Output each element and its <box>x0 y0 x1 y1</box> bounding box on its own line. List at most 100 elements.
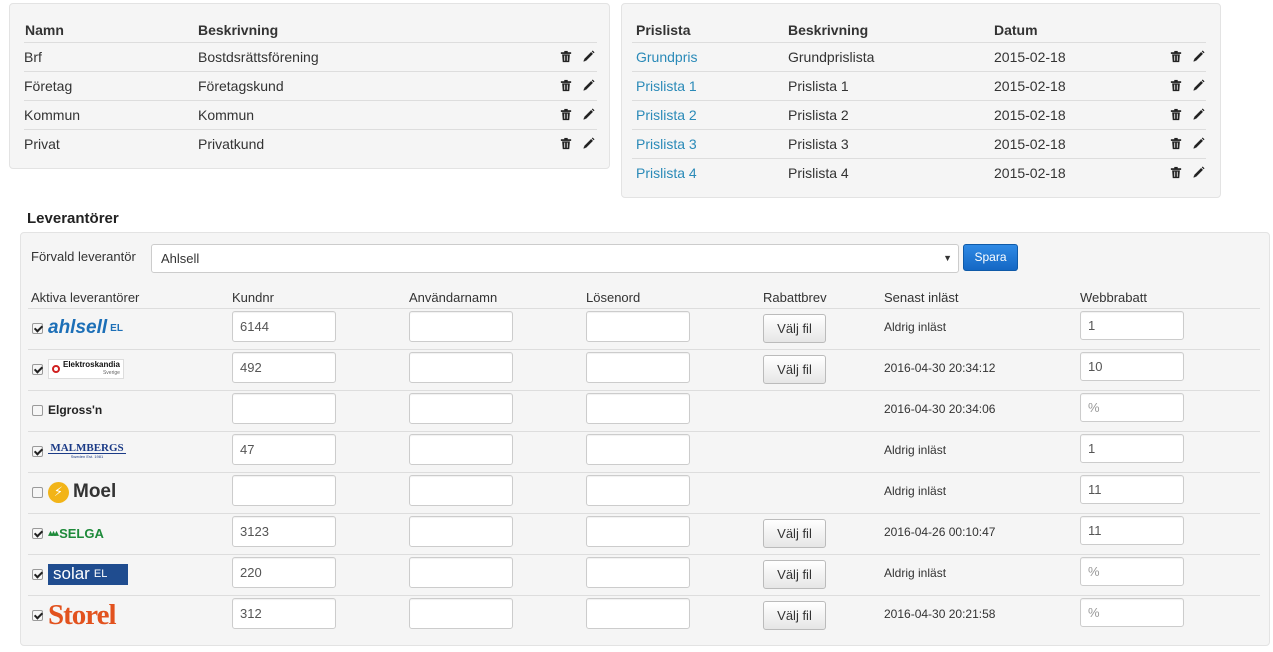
table-row: Företag Företagskund <box>24 71 597 100</box>
trash-icon[interactable] <box>1170 108 1184 122</box>
cell-beskrivning: Prislista 2 <box>788 107 849 123</box>
web-discount-input[interactable]: 10 <box>1080 352 1184 381</box>
table-row: Prislista 2 Prislista 2 2015-02-18 <box>632 100 1206 129</box>
cell-datum: 2015-02-18 <box>994 136 1066 152</box>
row-divider <box>28 349 1260 350</box>
header-beskrivning: Beskrivning <box>198 22 279 38</box>
password-input[interactable] <box>586 434 690 465</box>
web-discount-input[interactable]: % <box>1080 557 1184 586</box>
customer-number-input[interactable]: 6144 <box>232 311 336 342</box>
supplier-active-checkbox[interactable] <box>32 364 43 375</box>
web-discount-input[interactable]: 1 <box>1080 434 1184 463</box>
password-input[interactable] <box>586 557 690 588</box>
last-imported: Aldrig inläst <box>884 566 947 580</box>
table-row: Privat Privatkund <box>24 129 597 158</box>
trash-icon[interactable] <box>1170 137 1184 151</box>
web-discount-input[interactable]: 11 <box>1080 516 1184 545</box>
customer-number-input[interactable]: 220 <box>232 557 336 588</box>
price-list-link[interactable]: Grundpris <box>636 43 697 71</box>
trash-icon[interactable] <box>1170 79 1184 93</box>
supplier-logo: ⚡ Moel <box>48 479 116 505</box>
header-webbrabatt: Webbrabatt <box>1080 290 1147 305</box>
supplier-active-checkbox[interactable] <box>32 405 43 416</box>
password-input[interactable] <box>586 311 690 342</box>
username-input[interactable] <box>409 311 513 342</box>
default-supplier-label: Förvald leverantör <box>31 249 136 264</box>
supplier-active-checkbox[interactable] <box>32 528 43 539</box>
choose-file-button[interactable]: Välj fil <box>763 519 826 548</box>
supplier-active-checkbox[interactable] <box>32 569 43 580</box>
choose-file-button[interactable]: Välj fil <box>763 601 826 630</box>
username-input[interactable] <box>409 352 513 383</box>
customer-number-input[interactable]: 492 <box>232 352 336 383</box>
price-lists-panel: Prislista Beskrivning Datum Grundpris Gru… <box>621 3 1221 198</box>
cell-beskrivning: Grundprislista <box>788 49 875 65</box>
pencil-icon[interactable] <box>1192 108 1206 122</box>
pencil-icon[interactable] <box>1192 79 1206 93</box>
last-imported: Aldrig inläst <box>884 320 947 334</box>
username-input[interactable] <box>409 516 513 547</box>
trash-icon[interactable] <box>1170 166 1184 180</box>
pencil-icon[interactable] <box>1192 50 1206 64</box>
default-supplier-select[interactable]: Ahlsell ▼ <box>151 244 959 273</box>
username-input[interactable] <box>409 393 513 424</box>
chevron-down-icon: ▼ <box>943 253 952 263</box>
row-divider <box>28 595 1260 596</box>
supplier-active-checkbox[interactable] <box>32 323 43 334</box>
trash-icon[interactable] <box>560 79 574 93</box>
web-discount-input[interactable]: % <box>1080 393 1184 422</box>
supplier-logo: Storel <box>48 598 117 631</box>
price-list-link[interactable]: Prislista 4 <box>636 159 697 187</box>
trash-icon[interactable] <box>560 108 574 122</box>
table-row: Prislista 4 Prislista 4 2015-02-18 <box>632 158 1206 187</box>
pencil-icon[interactable] <box>582 108 596 122</box>
password-input[interactable] <box>586 475 690 506</box>
customer-number-input[interactable]: 47 <box>232 434 336 465</box>
supplier-active-checkbox[interactable] <box>32 487 43 498</box>
row-divider <box>28 472 1260 473</box>
web-discount-input[interactable]: 11 <box>1080 475 1184 504</box>
password-input[interactable] <box>586 598 690 629</box>
price-list-link[interactable]: Prislista 3 <box>636 130 697 158</box>
price-list-link[interactable]: Prislista 2 <box>636 101 697 129</box>
last-imported: Aldrig inläst <box>884 443 947 457</box>
web-discount-input[interactable]: 1 <box>1080 311 1184 340</box>
pencil-icon[interactable] <box>1192 166 1206 180</box>
row-divider <box>28 431 1260 432</box>
last-imported: 2016-04-30 20:34:12 <box>884 361 996 375</box>
choose-file-button[interactable]: Välj fil <box>763 355 826 384</box>
customer-number-input[interactable]: 312 <box>232 598 336 629</box>
pencil-icon[interactable] <box>1192 137 1206 151</box>
header-anvandarnamn: Användarnamn <box>409 290 498 305</box>
password-input[interactable] <box>586 516 690 547</box>
pencil-icon[interactable] <box>582 50 596 64</box>
username-input[interactable] <box>409 475 513 506</box>
username-input[interactable] <box>409 598 513 629</box>
password-input[interactable] <box>586 352 690 383</box>
trash-icon[interactable] <box>1170 50 1184 64</box>
username-input[interactable] <box>409 434 513 465</box>
save-button[interactable]: Spara <box>963 244 1018 271</box>
trash-icon[interactable] <box>560 50 574 64</box>
last-imported: 2016-04-30 20:34:06 <box>884 402 996 416</box>
supplier-active-checkbox[interactable] <box>32 446 43 457</box>
password-input[interactable] <box>586 393 690 424</box>
customer-number-input[interactable] <box>232 475 336 506</box>
pencil-icon[interactable] <box>582 79 596 93</box>
cell-beskrivning: Privatkund <box>198 136 265 152</box>
supplier-logo: ▴▴▴ SELGA <box>48 525 104 541</box>
price-list-link[interactable]: Prislista 1 <box>636 72 697 100</box>
supplier-logo: solar EL <box>48 561 128 587</box>
trash-icon[interactable] <box>560 137 574 151</box>
customer-number-input[interactable]: 3123 <box>232 516 336 547</box>
header-beskrivning: Beskrivning <box>788 22 869 38</box>
web-discount-input[interactable]: % <box>1080 598 1184 627</box>
username-input[interactable] <box>409 557 513 588</box>
supplier-active-checkbox[interactable] <box>32 610 43 621</box>
header-rabattbrev: Rabattbrev <box>763 290 827 305</box>
customer-number-input[interactable] <box>232 393 336 424</box>
choose-file-button[interactable]: Välj fil <box>763 560 826 589</box>
supplier-logo: MALMBERGS Sweden Est. 1981 <box>48 438 126 464</box>
pencil-icon[interactable] <box>582 137 596 151</box>
choose-file-button[interactable]: Välj fil <box>763 314 826 343</box>
